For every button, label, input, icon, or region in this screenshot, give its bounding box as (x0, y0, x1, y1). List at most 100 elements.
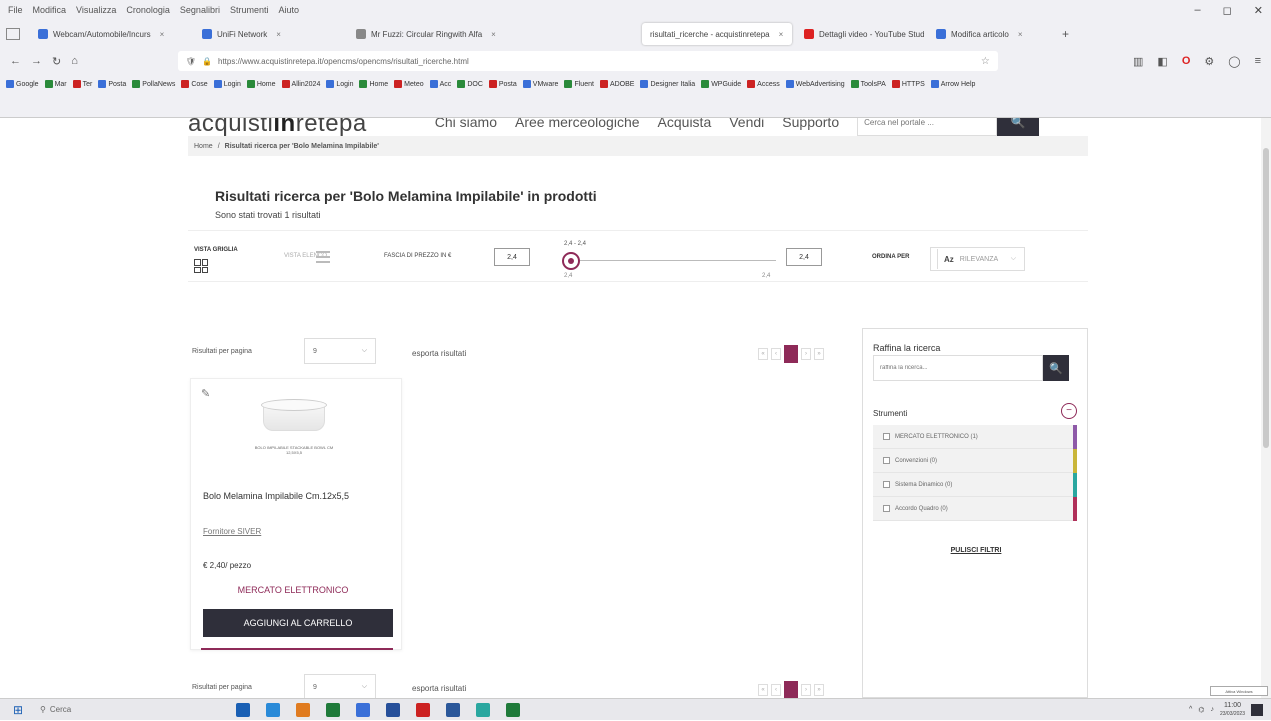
grid-view-label[interactable]: VISTA GRIGLIA (194, 247, 238, 253)
app-icon[interactable] (386, 702, 400, 717)
bookmark-item[interactable]: Designer Italia (640, 80, 695, 88)
price-slider-handle[interactable] (562, 252, 580, 270)
bookmark-item[interactable]: Ter (72, 80, 92, 88)
nav-acquista[interactable]: Acquista (658, 118, 712, 130)
page-scrollbar[interactable] (1261, 118, 1271, 698)
tab-webcam[interactable]: Webcam/Automobile/Incurs × (30, 23, 190, 45)
filter-option[interactable]: Sistema Dinamico (0) (873, 473, 1077, 497)
sort-select[interactable]: Az RILEVANZA ⌵ (930, 247, 1025, 271)
close-tab-icon[interactable]: × (276, 30, 281, 39)
bookmark-item[interactable]: Home (359, 80, 388, 88)
clock[interactable]: 11:00 23/03/2023 (1220, 702, 1245, 718)
bookmark-item[interactable]: Allin2024 (281, 80, 320, 88)
price-slider-track[interactable] (570, 260, 776, 261)
price-max-field[interactable]: 2,4 (786, 248, 822, 266)
app-icon[interactable] (326, 702, 340, 717)
product-supplier-link[interactable]: Fornitore SIVER (203, 527, 261, 536)
menu-help[interactable]: Aiuto (278, 5, 299, 15)
close-tab-icon[interactable]: × (1018, 30, 1023, 39)
list-view-icon[interactable] (316, 251, 330, 263)
bookmark-item[interactable]: Cose (181, 80, 208, 88)
reload-icon[interactable]: ↻ (52, 55, 61, 68)
forward-icon[interactable]: → (31, 55, 42, 67)
last-page-button[interactable]: » (814, 684, 824, 696)
bookmark-item[interactable]: Home (246, 80, 276, 88)
next-page-button[interactable]: › (801, 348, 811, 360)
menu-edit[interactable]: Modifica (33, 5, 67, 15)
bookmark-star-icon[interactable]: ☆ (981, 56, 990, 67)
bookmark-item[interactable]: Fluent (564, 80, 594, 88)
tab-modifica-articolo[interactable]: Modifica articolo × (928, 23, 1058, 45)
bookmark-item[interactable]: Posta (488, 80, 517, 88)
checkbox[interactable] (883, 433, 890, 440)
grid-view-icon[interactable] (194, 259, 208, 273)
price-min-field[interactable]: 2,4 (494, 248, 530, 266)
network-icon[interactable]: ⌬ (1198, 706, 1204, 714)
tray-chevron-icon[interactable]: ^ (1189, 706, 1192, 713)
collapse-icon[interactable]: − (1061, 403, 1077, 419)
menu-history[interactable]: Cronologia (126, 5, 170, 15)
nav-supporto[interactable]: Supporto (782, 118, 839, 130)
tab-acquistinretepa[interactable]: risultati_ricerche - acquistinretepa × (642, 23, 792, 45)
new-tab-icon[interactable]: + (1062, 27, 1069, 41)
task-view-icon[interactable] (236, 702, 250, 717)
export-results-link-bottom[interactable]: esporta risultati (412, 684, 466, 693)
back-icon[interactable]: ← (10, 55, 21, 67)
reset-filters-link[interactable]: PULISCI FILTRI (863, 547, 1089, 554)
breadcrumb-home[interactable]: Home (194, 143, 213, 150)
account-icon[interactable]: ◯ (1228, 55, 1240, 68)
bookmark-item[interactable]: Posta (98, 80, 126, 88)
word-icon[interactable] (446, 702, 460, 717)
filter-option[interactable]: Convenzioni (0) (873, 449, 1077, 473)
sidebar-icon[interactable]: ◧ (1157, 55, 1167, 68)
windows-start-icon[interactable]: ⊞ (0, 699, 36, 721)
menu-icon[interactable]: ≡ (1255, 55, 1261, 68)
product-image[interactable] (261, 399, 327, 433)
extension-icon[interactable]: ⚙ (1204, 55, 1214, 68)
checkbox[interactable] (883, 481, 890, 488)
nav-aree-merceologiche[interactable]: Aree merceologiche (515, 118, 640, 130)
filter-option[interactable]: MERCATO ELETTRONICO (1) (873, 425, 1077, 449)
home-icon[interactable]: ⌂ (71, 55, 78, 67)
prev-page-button[interactable]: ‹ (771, 684, 781, 696)
tab-unifi[interactable]: UniFi Network × (194, 23, 344, 45)
app-icon[interactable] (416, 702, 430, 717)
menu-bookmarks[interactable]: Segnalibri (180, 5, 220, 15)
nav-vendi[interactable]: Vendi (729, 118, 764, 130)
menu-tools[interactable]: Strumenti (230, 5, 269, 15)
address-bar[interactable]: 🛡 🔒 https://www.acquistinretepa.it/openc… (177, 51, 998, 71)
scrollbar-thumb[interactable] (1263, 148, 1269, 448)
tab-youtube-studio[interactable]: Dettagli video - YouTube Studio× (796, 23, 924, 45)
site-search-button[interactable]: 🔍 (997, 118, 1040, 136)
close-tab-icon[interactable]: × (160, 30, 165, 39)
checkbox[interactable] (883, 505, 890, 512)
tab-mr-fuzzi[interactable]: Mr Fuzzi: Circular Ringwith Alfa × (348, 23, 638, 45)
edit-icon[interactable]: ✎ (201, 387, 210, 400)
edge-icon[interactable] (266, 702, 280, 717)
close-tab-icon[interactable]: × (491, 30, 496, 39)
close-tab-icon[interactable]: × (779, 30, 784, 39)
bookmark-item[interactable]: VMware (522, 80, 558, 88)
app-icon[interactable] (356, 702, 370, 717)
export-results-link[interactable]: esporta risultati (412, 349, 466, 358)
bookmark-item[interactable]: WPGuide (701, 80, 741, 88)
site-search-input[interactable] (857, 118, 998, 136)
tab-list-icon[interactable] (6, 28, 20, 40)
bookmark-item[interactable]: PollaNews (132, 80, 175, 88)
volume-icon[interactable]: ♪ (1210, 706, 1214, 713)
menu-file[interactable]: File (8, 5, 23, 15)
current-page-button[interactable]: 1 (784, 345, 798, 363)
firefox-icon[interactable] (296, 702, 310, 717)
bookmark-item[interactable]: ToolsPA (850, 80, 886, 88)
bookmark-item[interactable]: Access (747, 80, 780, 88)
bookmark-item[interactable]: WebAdvertising (785, 80, 845, 88)
close-window-button[interactable]: ✕ (1254, 4, 1263, 17)
notifications-icon[interactable] (1251, 703, 1263, 716)
refine-search-button[interactable]: 🔍 (1043, 355, 1069, 381)
nav-chi-siamo[interactable]: Chi siamo (435, 118, 497, 130)
app-icon[interactable] (506, 702, 520, 717)
first-page-button[interactable]: « (758, 348, 768, 360)
bookmark-item[interactable]: DOC (457, 80, 483, 88)
last-page-button[interactable]: » (814, 348, 824, 360)
app-icon[interactable] (476, 702, 490, 717)
